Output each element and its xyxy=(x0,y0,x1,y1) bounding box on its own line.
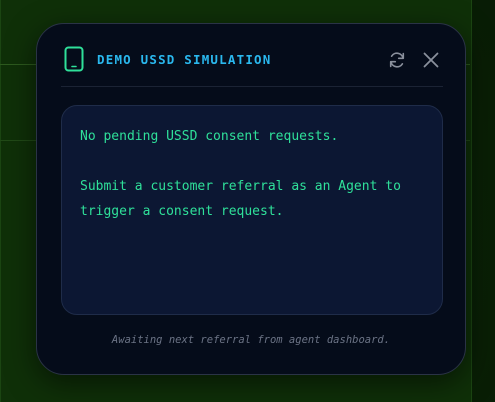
close-icon xyxy=(423,52,439,68)
modal-title: DEMO USSD SIMULATION xyxy=(97,52,272,67)
status-footer: Awaiting next referral from agent dashbo… xyxy=(111,334,391,346)
phone-icon xyxy=(64,46,84,72)
close-button[interactable] xyxy=(421,50,441,70)
header-divider xyxy=(61,86,443,87)
refresh-button[interactable] xyxy=(387,50,407,70)
modal-header: DEMO USSD SIMULATION xyxy=(37,24,465,86)
no-pending-message: No pending USSD consent requests. xyxy=(80,129,339,144)
instruction-message: Submit a customer referral as an Agent t… xyxy=(80,179,401,219)
ussd-screen: No pending USSD consent requests. Submit… xyxy=(61,105,443,315)
ussd-simulation-modal: DEMO USSD SIMULATION No pending USSD con… xyxy=(36,23,466,375)
refresh-icon xyxy=(389,52,405,68)
